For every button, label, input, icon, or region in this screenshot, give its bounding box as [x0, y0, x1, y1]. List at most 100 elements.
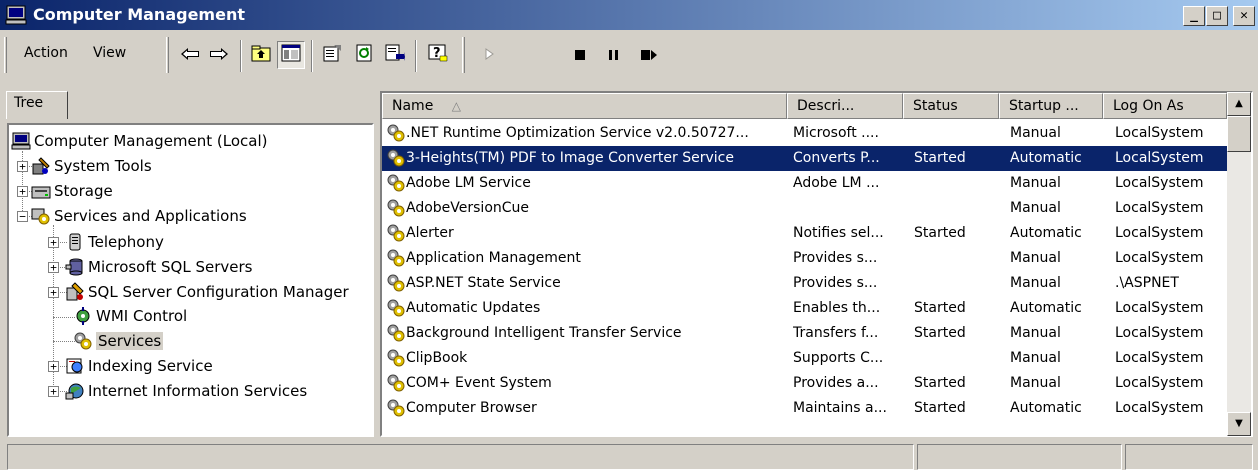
- service-startup-type: Automatic: [1010, 300, 1082, 316]
- service-description: Notifies sel...: [793, 225, 884, 241]
- system-tools-icon: [31, 156, 51, 176]
- status-panel-2: [917, 444, 1122, 470]
- view-menu-label: View: [93, 45, 127, 61]
- services-list[interactable]: Name △ Descri... Status Startup ... Log …: [380, 91, 1253, 437]
- service-row[interactable]: .NET Runtime Optimization Service v2.0.5…: [382, 121, 1227, 146]
- service-description: Maintains a...: [793, 400, 887, 416]
- service-gear-icon: [386, 223, 406, 243]
- pause-service-button[interactable]: [600, 41, 628, 69]
- help-button[interactable]: ?: [424, 41, 452, 69]
- tree-node-computer-management[interactable]: Computer Management (Local): [11, 129, 268, 153]
- tree-node-internet-information-services[interactable]: Internet Information Services: [65, 379, 307, 403]
- service-name: 3-Heights(TM) PDF to Image Converter Ser…: [406, 150, 734, 166]
- tree-node-telephony[interactable]: Telephony: [65, 230, 164, 254]
- vertical-scrollbar[interactable]: ▲ ▼: [1227, 92, 1251, 436]
- column-header-name[interactable]: Name △: [382, 93, 787, 119]
- start-service-button[interactable]: [476, 41, 504, 69]
- tree-line: [53, 341, 75, 342]
- services-apps-icon: [31, 206, 51, 226]
- service-description: Adobe LM ...: [793, 175, 880, 191]
- expand-toggle[interactable]: +: [48, 262, 59, 273]
- tree-node-storage[interactable]: Storage: [31, 179, 113, 203]
- service-row[interactable]: Adobe LM Service Adobe LM ... Manual LocalS…: [382, 171, 1227, 196]
- expand-toggle[interactable]: +: [48, 237, 59, 248]
- restart-service-button[interactable]: [635, 41, 663, 69]
- tree-tab[interactable]: Tree: [6, 91, 68, 119]
- expand-toggle[interactable]: +: [17, 186, 28, 197]
- tree-node-services[interactable]: Services: [73, 329, 164, 353]
- tree-tab-label: Tree: [14, 95, 44, 111]
- service-name: Application Management: [406, 250, 581, 266]
- collapse-toggle[interactable]: −: [17, 211, 28, 222]
- tree-pane[interactable]: + + − + + + + + Computer Management (Loc…: [7, 123, 374, 437]
- tree-node-sql-server-configuration-manager[interactable]: SQL Server Configuration Manager: [65, 280, 349, 304]
- column-header-log-on-as-label: Log On As: [1113, 98, 1184, 114]
- service-row[interactable]: ClipBook Supports C... Manual LocalSystem: [382, 346, 1227, 371]
- view-menu[interactable]: View: [93, 45, 126, 61]
- minimize-button[interactable]: _: [1183, 6, 1205, 26]
- expand-toggle[interactable]: +: [48, 287, 59, 298]
- expand-toggle[interactable]: +: [48, 361, 59, 372]
- service-gear-icon: [386, 298, 406, 318]
- service-name: Computer Browser: [406, 400, 537, 416]
- service-row[interactable]: AdobeVersionCue Manual LocalSystem: [382, 196, 1227, 221]
- show-hide-tree-icon: [281, 44, 301, 67]
- service-startup-type: Manual: [1010, 275, 1061, 291]
- show-hide-tree-button[interactable]: [277, 41, 305, 69]
- refresh-icon: [355, 44, 375, 67]
- column-header-log-on-as[interactable]: Log On As: [1103, 93, 1227, 119]
- service-description: Provides s...: [793, 250, 878, 266]
- back-button[interactable]: [176, 41, 204, 69]
- up-one-level-button[interactable]: [247, 41, 275, 69]
- scroll-down-icon: ▼: [1235, 418, 1243, 429]
- service-row[interactable]: ASP.NET State Service Provides s... Manual…: [382, 271, 1227, 296]
- service-gear-icon: [386, 273, 406, 293]
- service-description: Microsoft ....: [793, 125, 879, 141]
- tree-node-system-tools[interactable]: System Tools: [31, 154, 152, 178]
- scroll-thumb[interactable]: [1227, 116, 1251, 152]
- expand-toggle[interactable]: +: [17, 161, 28, 172]
- export-list-button[interactable]: [381, 41, 409, 69]
- stop-service-button[interactable]: [566, 41, 594, 69]
- start-service-icon: [484, 45, 496, 66]
- column-header-startup-label: Startup ...: [1009, 98, 1079, 114]
- tree-node-microsoft-sql-servers[interactable]: Microsoft SQL Servers: [65, 255, 253, 279]
- stop-service-icon: [574, 45, 586, 66]
- toolbar-grip[interactable]: [166, 37, 169, 73]
- service-row[interactable]: Computer Browser Maintains a... Started Aut…: [382, 396, 1227, 421]
- status-panel-3: [1125, 444, 1253, 470]
- column-header-status[interactable]: Status: [903, 93, 999, 119]
- sql-config-icon: [65, 282, 85, 302]
- service-gear-icon: [386, 323, 406, 343]
- action-menu[interactable]: Action: [24, 45, 68, 61]
- service-row[interactable]: Application Management Provides s... Manua…: [382, 246, 1227, 271]
- expand-toggle[interactable]: +: [48, 386, 59, 397]
- tree-node-wmi-control[interactable]: WMI Control: [73, 304, 187, 328]
- service-log-on-as: LocalSystem: [1115, 150, 1204, 166]
- toolbar-grip[interactable]: [462, 37, 465, 73]
- scroll-down-button[interactable]: ▼: [1227, 412, 1251, 436]
- toolbar-grip[interactable]: [4, 37, 7, 73]
- service-startup-type: Manual: [1010, 200, 1061, 216]
- scroll-up-button[interactable]: ▲: [1227, 92, 1251, 116]
- forward-button[interactable]: [205, 41, 233, 69]
- service-row[interactable]: Alerter Notifies sel... Started Automatic Lo…: [382, 221, 1227, 246]
- close-button[interactable]: ✕: [1233, 6, 1255, 26]
- properties-button[interactable]: [318, 41, 346, 69]
- service-status: Started: [914, 150, 966, 166]
- service-log-on-as: LocalSystem: [1115, 325, 1204, 341]
- service-row[interactable]: COM+ Event System Provides a... Started Man…: [382, 371, 1227, 396]
- maximize-button[interactable]: □: [1206, 6, 1228, 26]
- service-status: Started: [914, 325, 966, 341]
- column-header-description[interactable]: Descri...: [787, 93, 903, 119]
- toolbar-separator: [240, 40, 242, 72]
- storage-icon: [31, 181, 51, 201]
- refresh-button[interactable]: [351, 41, 379, 69]
- service-row[interactable]: Background Intelligent Transfer Service T…: [382, 321, 1227, 346]
- column-header-startup-type[interactable]: Startup ...: [999, 93, 1103, 119]
- title-bar[interactable]: Computer Management _ □ ✕: [0, 0, 1258, 30]
- service-row[interactable]: 3-Heights(TM) PDF to Image Converter Ser…: [382, 146, 1227, 171]
- service-row[interactable]: Automatic Updates Enables th... Started Aut…: [382, 296, 1227, 321]
- tree-node-indexing-service[interactable]: Indexing Service: [65, 354, 213, 378]
- tree-node-services-and-applications[interactable]: Services and Applications: [31, 204, 247, 228]
